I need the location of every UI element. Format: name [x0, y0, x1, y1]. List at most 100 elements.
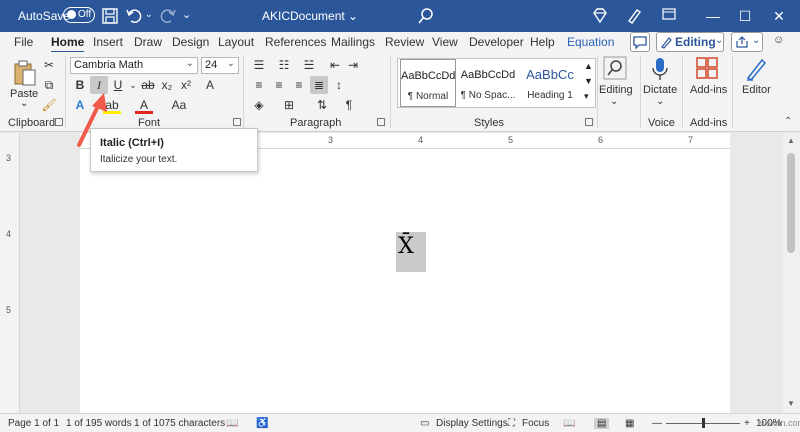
document-title[interactable]: AKICDocument ⌄ — [262, 9, 358, 23]
find-icon[interactable] — [603, 56, 627, 80]
format-painter-icon[interactable]: 🖌 — [40, 96, 58, 114]
diamond-icon[interactable] — [590, 6, 610, 26]
tab-home[interactable]: Home — [51, 35, 85, 53]
editing-mode-button[interactable]: Editing ⌄ — [656, 32, 724, 52]
close-button[interactable]: ✕ — [764, 4, 794, 28]
scroll-down-icon[interactable]: ▼ — [787, 399, 795, 408]
print-layout-icon[interactable]: ▤ — [594, 418, 610, 429]
tab-file[interactable]: File — [14, 35, 33, 49]
undo-dropdown-icon[interactable]: ⌄ — [145, 9, 153, 20]
customize-toolbar-icon[interactable]: ⌄ — [182, 8, 191, 21]
zoom-in-icon[interactable]: + — [744, 418, 750, 429]
tab-equation[interactable]: Equation — [567, 35, 614, 49]
styles-launcher-icon[interactable] — [585, 118, 593, 126]
comments-button[interactable] — [630, 32, 650, 52]
subscript-button[interactable]: x₂ — [158, 76, 176, 94]
pen-icon[interactable] — [624, 6, 644, 26]
chevron-down-icon[interactable]: ⌄ — [610, 96, 618, 107]
paragraph-launcher-icon[interactable] — [377, 118, 385, 126]
font-size-combo[interactable]: 24 ⌄ — [201, 57, 239, 74]
styles-scroll-up-icon[interactable]: ▲ — [584, 61, 593, 71]
superscript-button[interactable]: x² — [177, 76, 195, 94]
smiley-icon[interactable]: ☺ — [773, 34, 784, 46]
paste-icon[interactable] — [12, 58, 38, 88]
font-family-combo[interactable]: Cambria Math ⌄ — [70, 57, 198, 74]
font-launcher-icon[interactable] — [233, 118, 241, 126]
vertical-scrollbar[interactable]: ▲ ▼ — [783, 133, 800, 413]
ribbon-options-icon[interactable] — [654, 4, 684, 28]
numbering-icon[interactable]: ☷ — [275, 56, 293, 74]
autosave-toggle[interactable]: Off — [63, 7, 95, 23]
justify-icon[interactable]: ≣ — [310, 76, 328, 94]
editing-group-label[interactable]: Editing — [599, 84, 633, 96]
focus-button[interactable]: Focus — [522, 418, 549, 429]
search-icon[interactable] — [416, 6, 436, 26]
tab-developer[interactable]: Developer — [469, 35, 524, 49]
tab-mailings[interactable]: Mailings — [331, 35, 375, 49]
borders-icon[interactable]: ⊞ — [280, 96, 298, 114]
increase-indent-icon[interactable]: ⇥ — [344, 56, 362, 74]
decrease-indent-icon[interactable]: ⇤ — [326, 56, 344, 74]
addins-icon[interactable] — [695, 56, 719, 80]
dictate-button[interactable]: Dictate — [643, 84, 677, 96]
strikethrough-button[interactable]: ab — [139, 76, 157, 94]
font-color-button[interactable]: A — [135, 96, 153, 114]
equation-text[interactable]: X̄ — [396, 234, 416, 259]
line-spacing-icon[interactable]: ↕ — [330, 76, 348, 94]
shading-icon[interactable]: ◈ — [250, 96, 268, 114]
display-settings-button[interactable]: Display Settings — [436, 418, 508, 429]
bullets-icon[interactable]: ☰ — [250, 56, 268, 74]
undo-icon[interactable] — [124, 6, 144, 26]
page-count[interactable]: Page 1 of 1 — [8, 418, 59, 429]
align-right-icon[interactable]: ≡ — [290, 76, 308, 94]
show-formatting-button[interactable]: ¶ — [340, 96, 358, 114]
focus-icon[interactable]: ⛶ — [508, 418, 515, 429]
tab-design[interactable]: Design — [172, 35, 209, 49]
change-case-button[interactable]: Aa — [167, 96, 191, 114]
redo-icon[interactable] — [158, 6, 178, 26]
character-count[interactable]: 1 of 1075 characters — [134, 418, 225, 429]
paste-dropdown-icon[interactable]: ⌄ — [20, 98, 28, 109]
addins-button[interactable]: Add-ins — [690, 84, 727, 96]
editor-icon[interactable] — [744, 56, 768, 82]
maximize-button[interactable]: ☐ — [730, 4, 760, 28]
chevron-down-icon[interactable]: ⌄ — [656, 96, 664, 107]
microphone-icon[interactable] — [650, 56, 670, 82]
style-heading-1[interactable]: AaBbCc Heading 1 — [520, 59, 580, 107]
align-center-icon[interactable]: ≡ — [270, 76, 288, 94]
display-settings-icon[interactable]: ▭ — [420, 418, 429, 429]
clear-formatting-button[interactable]: A — [201, 76, 219, 94]
minimize-button[interactable]: — — [698, 4, 728, 28]
document-page[interactable] — [80, 149, 730, 413]
read-mode-icon[interactable]: 📖 — [563, 418, 575, 429]
tab-layout[interactable]: Layout — [218, 35, 254, 49]
accessibility-icon[interactable]: ♿ — [256, 418, 268, 429]
tab-references[interactable]: References — [265, 35, 326, 49]
word-count[interactable]: 1 of 195 words — [66, 418, 132, 429]
editor-button[interactable]: Editor — [742, 84, 771, 96]
multilevel-list-icon[interactable]: ☱ — [300, 56, 318, 74]
clipboard-launcher-icon[interactable] — [55, 118, 63, 126]
cut-icon[interactable]: ✂ — [40, 56, 58, 74]
share-button[interactable]: ⌄ — [731, 32, 763, 52]
styles-more-icon[interactable]: ▾ — [584, 91, 589, 102]
tab-help[interactable]: Help — [530, 35, 555, 49]
save-icon[interactable] — [100, 6, 120, 26]
scroll-thumb[interactable] — [787, 153, 795, 253]
copy-icon[interactable]: ⧉ — [40, 76, 58, 94]
collapse-ribbon-icon[interactable]: ⌃ — [784, 116, 792, 127]
sort-icon[interactable]: ⇅ — [313, 96, 331, 114]
proofing-icon[interactable]: 📖 — [226, 418, 238, 429]
web-layout-icon[interactable]: ▦ — [625, 418, 634, 429]
tab-view[interactable]: View — [432, 35, 458, 49]
tab-draw[interactable]: Draw — [134, 35, 162, 49]
styles-scroll-down-icon[interactable]: ▼ — [584, 76, 593, 86]
scroll-up-icon[interactable]: ▲ — [787, 136, 795, 145]
style-no-spacing[interactable]: AaBbCcDd ¶ No Spac... — [458, 59, 518, 107]
zoom-slider-thumb[interactable] — [702, 418, 705, 428]
align-left-icon[interactable]: ≡ — [250, 76, 268, 94]
style-normal[interactable]: AaBbCcDd ¶ Normal — [400, 59, 456, 107]
tab-review[interactable]: Review — [385, 35, 424, 49]
zoom-out-icon[interactable]: — — [652, 418, 662, 429]
tab-insert[interactable]: Insert — [93, 35, 123, 49]
